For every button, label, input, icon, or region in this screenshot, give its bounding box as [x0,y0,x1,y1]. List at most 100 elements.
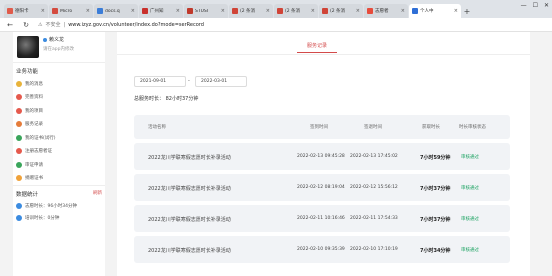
tab-title: 个人中 [420,9,434,14]
favicon-icon [142,8,148,14]
menu-item-label: 捐赠证书 [25,176,43,182]
divider [117,54,530,55]
back-icon[interactable]: ← [6,21,14,29]
sidebar-menu-item[interactable]: 注册志愿者证 [13,145,105,159]
sign-in-time: 2022-02-10 09:35:39 [297,247,345,252]
tab-service-record[interactable]: 服务记录 [307,42,327,49]
menu-item-label: 注册志愿者证 [25,149,52,155]
menu-item-icon [16,175,22,182]
column-hours: 获取时长 [422,125,440,130]
tab-title: (2 条消 [240,9,256,14]
start-date-input[interactable]: 2021-09-01 [134,76,186,87]
date-separator: - [188,78,190,84]
table-row[interactable]: 2022龙川学联寒假志愿时长补录活动 2022-02-13 09:45:28 202… [134,143,510,170]
review-status: 审核通过 [461,186,479,191]
favicon-icon [277,8,283,14]
main-panel: 服务记录 2021-09-01 - 2022-03-01 总服务时长： 82小时… [117,32,530,276]
sidebar-menu-item[interactable]: 我的消息 [13,77,105,91]
sidebar-menu-item[interactable]: 捐赠证书 [13,172,105,186]
close-tab-icon[interactable]: × [221,8,225,14]
browser-tab[interactable]: 广州知 × [139,4,183,18]
table-header: 活动名称 签到时间 签退时间 获取时长 时长审核状态 [134,115,510,139]
hours-earned: 7小时59分钟 [420,155,451,161]
review-status: 审核通过 [461,217,479,222]
sign-in-time: 2022-02-13 09:45:28 [297,154,345,159]
close-tab-icon[interactable]: × [311,8,315,14]
address-bar: ← ↻ ⚠ 不安全 | www.izyz.gov.cn/volunteer/in… [0,18,552,32]
activity-name: 2022龙川学联寒假志愿时长补录活动 [148,186,231,192]
close-tab-icon[interactable]: × [131,8,135,14]
sidebar: 赖义龙 请在app内修改 业务功能 我的消息 完善资料 我的项目 服务记录 我的证书(试… [13,32,105,276]
tab-title: (2 条消 [330,9,346,14]
new-tab-icon[interactable]: + [462,4,472,18]
browser-tab[interactable]: 个人中 × [409,4,461,18]
stat-item: 培训时长：0分钟 [13,212,105,224]
close-tab-icon[interactable]: × [454,8,458,14]
clock-icon [16,215,22,221]
stat-label: 培训时长：0分钟 [25,216,60,221]
table-row[interactable]: 2022龙川学联寒假志愿时长补录活动 2022-02-11 10:16:46 202… [134,205,510,232]
total-hours: 总服务时长： 82小时37分钟 [134,96,199,102]
favicon-icon [232,8,238,14]
close-window-icon[interactable]: ✕ [544,2,549,9]
close-tab-icon[interactable]: × [401,8,405,14]
sign-in-time: 2022-02-12 08:19:04 [297,185,345,190]
user-icon [43,37,47,42]
close-tab-icon[interactable]: × [41,8,45,14]
reload-icon[interactable]: ↻ [22,21,30,29]
tab-title: Micro [60,8,73,14]
tab-title: (2 条消 [285,9,301,14]
menu-item-label: 服务记录 [25,122,43,128]
column-activity: 活动名称 [148,125,166,130]
browser-tab[interactable]: 德阳卡 × [4,4,48,18]
sign-out-time: 2022-02-13 17:45:02 [350,154,398,159]
profile-name: 赖义龙 [49,37,65,43]
browser-tab[interactable]: (2 条消 × [319,4,363,18]
review-status: 审核通过 [461,248,479,253]
tab-title: STUSI [195,8,209,14]
stat-label: 志愿时长：96小时34分钟 [25,204,77,209]
close-tab-icon[interactable]: × [86,8,90,14]
menu-item-icon [16,107,22,114]
close-tab-icon[interactable]: × [176,8,180,14]
browser-tab[interactable]: (2 条消 × [274,4,318,18]
end-date-input[interactable]: 2022-03-01 [195,76,247,87]
browser-tab[interactable]: Micro × [49,4,93,18]
menu-item-icon [16,134,22,141]
sidebar-menu-item[interactable]: 我的证书(试行) [13,131,105,145]
menu-item-label: 我的消息 [25,81,43,87]
menu-item-icon [16,80,22,87]
url-field[interactable]: ⚠ 不安全 | www.izyz.gov.cn/volunteer/index.… [38,21,204,29]
browser-tab[interactable]: docs.q × [94,4,138,18]
browser-tab[interactable]: (2 条消 × [229,4,273,18]
avatar [17,36,39,58]
hours-earned: 7小时34分钟 [420,248,451,254]
maximize-icon[interactable]: ☐ [533,2,538,9]
stats-section-title: 数据统计 刷新 [13,185,105,200]
active-tab-underline [297,52,337,53]
table-row[interactable]: 2022龙川学联寒假志愿时长补录活动 2022-02-12 08:19:04 202… [134,174,510,201]
browser-tab[interactable]: 志愿者 × [364,4,408,18]
close-tab-icon[interactable]: × [266,8,270,14]
sidebar-menu-item[interactable]: 服务记录 [13,118,105,132]
menu-item-icon [16,121,22,128]
window-controls: — ☐ ✕ [521,2,549,9]
browser-tab[interactable]: STUSI × [184,4,228,18]
column-sign-out: 签退时间 [364,125,382,130]
favicon-icon [97,8,103,14]
close-tab-icon[interactable]: × [356,8,360,14]
activity-name: 2022龙川学联寒假志愿时长补录活动 [148,155,231,161]
refresh-link[interactable]: 刷新 [93,190,102,198]
sidebar-menu-item[interactable]: 完善资料 [13,91,105,105]
favicon-icon [367,8,373,14]
sidebar-menu-item[interactable]: 审证申请 [13,158,105,172]
hours-earned: 7小时37分钟 [420,186,451,192]
tab-title: 广州知 [150,9,164,14]
minimize-icon[interactable]: — [521,2,527,9]
table-row[interactable]: 2022龙川学联寒假志愿时长补录活动 2022-02-10 09:35:39 202… [134,236,510,263]
browser-tab-bar: 德阳卡 × Micro × docs.q × 广州知 × STUSI × (2 条消 × (2 条消 ×(… [0,0,552,18]
security-label: 不安全 [45,22,61,28]
favicon-icon [7,8,13,14]
sidebar-menu-item[interactable]: 我的项目 [13,104,105,118]
business-section-title: 业务功能 [13,62,105,77]
